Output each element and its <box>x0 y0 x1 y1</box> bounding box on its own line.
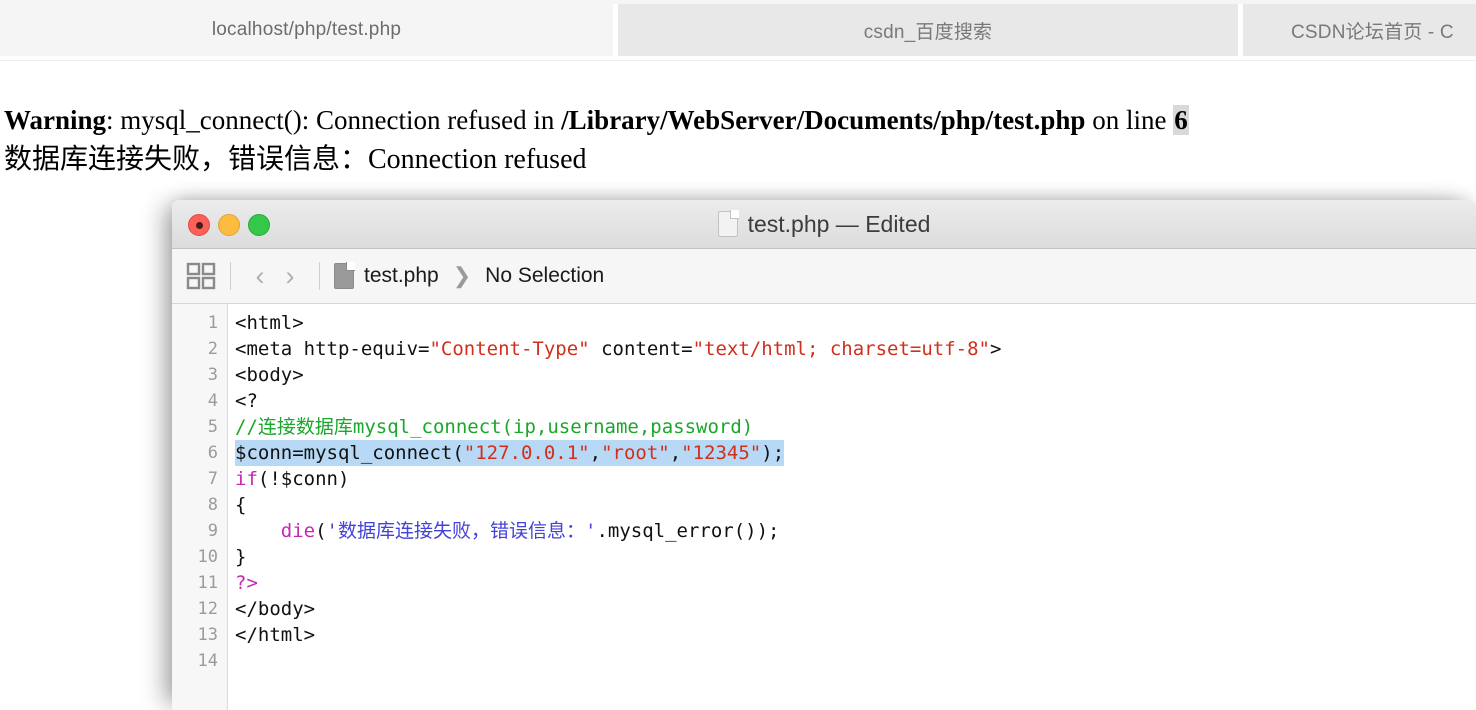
line-number: 5 <box>207 417 218 437</box>
toolbar-separator <box>230 262 231 290</box>
editor-title-bar[interactable]: test.php — Edited <box>172 200 1476 249</box>
tabstrip-bottom-edge <box>0 56 1476 61</box>
window-title-text: test.php — Edited <box>747 210 931 237</box>
code-token-string: "Content-Type" <box>429 338 590 360</box>
document-icon <box>717 210 739 237</box>
line-number: 7 <box>207 469 218 489</box>
window-title-area: test.php — Edited <box>172 200 1476 248</box>
warning-file-path: /Library/WebServer/Documents/php/test.ph… <box>561 105 1086 135</box>
code-token: ( <box>315 520 327 542</box>
code-token-string: "12345" <box>681 442 762 464</box>
code-editor-window: test.php — Edited ‹ › test.php ❯ No Sele… <box>172 200 1476 710</box>
code-line: <html> <box>235 312 304 334</box>
line-number: 4 <box>207 391 218 411</box>
code-token: .mysql_error()); <box>596 520 780 542</box>
line-number: 12 <box>197 599 218 619</box>
code-token: > <box>990 338 1002 360</box>
code-token: (!$conn) <box>257 468 350 490</box>
warning-line-number: 6 <box>1173 105 1189 135</box>
line-number: 8 <box>207 495 218 515</box>
line-number: 3 <box>207 365 218 385</box>
line-number: 10 <box>197 547 218 567</box>
code-line-php-close: ?> <box>235 572 258 594</box>
code-line-selected-row: $conn=mysql_connect("127.0.0.1","root","… <box>235 440 1476 466</box>
code-content[interactable]: <html> <meta http-equiv="Content-Type" c… <box>228 304 1476 710</box>
code-token-string: "root" <box>601 442 670 464</box>
line-number: 13 <box>197 625 218 645</box>
code-editor-area[interactable]: 1 2 3 4 5 6 7 8 9 10 11 12 13 14 <html> … <box>172 304 1476 710</box>
code-line: <meta http-equiv="Content-Type" content=… <box>235 336 1476 362</box>
code-line: { <box>235 494 247 516</box>
php-warning-line: Warning: mysql_connect(): Connection ref… <box>0 102 1476 138</box>
browser-tab-localhost[interactable]: localhost/php/test.php <box>0 4 613 56</box>
code-token: ); <box>761 442 785 464</box>
php-die-message: 数据库连接失败，错误信息：Connection refused <box>4 144 587 175</box>
line-number: 1 <box>207 313 218 333</box>
line-number: 11 <box>197 573 218 593</box>
chevron-right-icon: ❯ <box>452 263 472 288</box>
code-token-string: "127.0.0.1" <box>463 442 590 464</box>
code-line: </html> <box>235 624 316 646</box>
code-line: </body> <box>235 598 316 620</box>
code-line-comment: //连接数据库mysql_connect(ip,username,passwor… <box>235 416 754 438</box>
file-document-icon <box>334 262 355 289</box>
code-token-function: die <box>280 520 316 542</box>
code-token: , <box>669 442 682 464</box>
code-line: if(!$conn) <box>235 466 1476 492</box>
code-token: content= <box>589 338 693 360</box>
tab-list: localhost/php/test.php csdn_百度搜索 CSDN论坛首… <box>0 4 1476 56</box>
panels-grid-icon[interactable] <box>186 262 216 290</box>
browser-tab-csdn-forum[interactable]: CSDN论坛首页 - C <box>1243 4 1476 56</box>
code-token-string: "text/html; charset=utf-8" <box>692 338 990 360</box>
warning-message: : mysql_connect(): Connection refused in <box>106 105 562 135</box>
line-number: 6 <box>207 443 218 463</box>
code-token: <meta http-equiv= <box>235 338 430 360</box>
toolbar-separator <box>319 262 320 290</box>
breadcrumb: test.php ❯ No Selection <box>334 262 604 289</box>
warning-on-line-text: on line <box>1085 105 1174 135</box>
warning-label: Warning <box>4 105 107 135</box>
code-line-selected: $conn=mysql_connect("127.0.0.1","root","… <box>235 440 785 466</box>
browser-tab-strip: localhost/php/test.php csdn_百度搜索 CSDN论坛首… <box>0 0 1476 61</box>
breadcrumb-selection[interactable]: No Selection <box>485 264 604 288</box>
navigate-forward-icon[interactable]: › <box>275 261 305 292</box>
code-line: <body> <box>235 364 304 386</box>
line-number: 2 <box>207 339 218 359</box>
line-number: 14 <box>197 651 218 671</box>
navigate-back-icon[interactable]: ‹ <box>245 261 275 292</box>
line-number-gutter: 1 2 3 4 5 6 7 8 9 10 11 12 13 14 <box>172 304 228 710</box>
code-line: die('数据库连接失败，错误信息：'.mysql_error()); <box>235 518 1476 544</box>
breadcrumb-file[interactable]: test.php <box>364 264 439 288</box>
code-line: } <box>235 546 247 568</box>
code-token: , <box>589 442 602 464</box>
code-line: <? <box>235 390 258 412</box>
code-token: $conn=mysql_connect( <box>235 442 464 464</box>
code-token-keyword: if <box>235 468 258 490</box>
code-token-string: '数据库连接失败，错误信息：' <box>326 520 597 542</box>
line-number: 9 <box>207 521 218 541</box>
editor-toolbar: ‹ › test.php ❯ No Selection <box>172 249 1476 304</box>
browser-tab-csdn-baidu[interactable]: csdn_百度搜索 <box>618 4 1238 56</box>
php-page-output: Warning: mysql_connect(): Connection ref… <box>0 66 1476 178</box>
